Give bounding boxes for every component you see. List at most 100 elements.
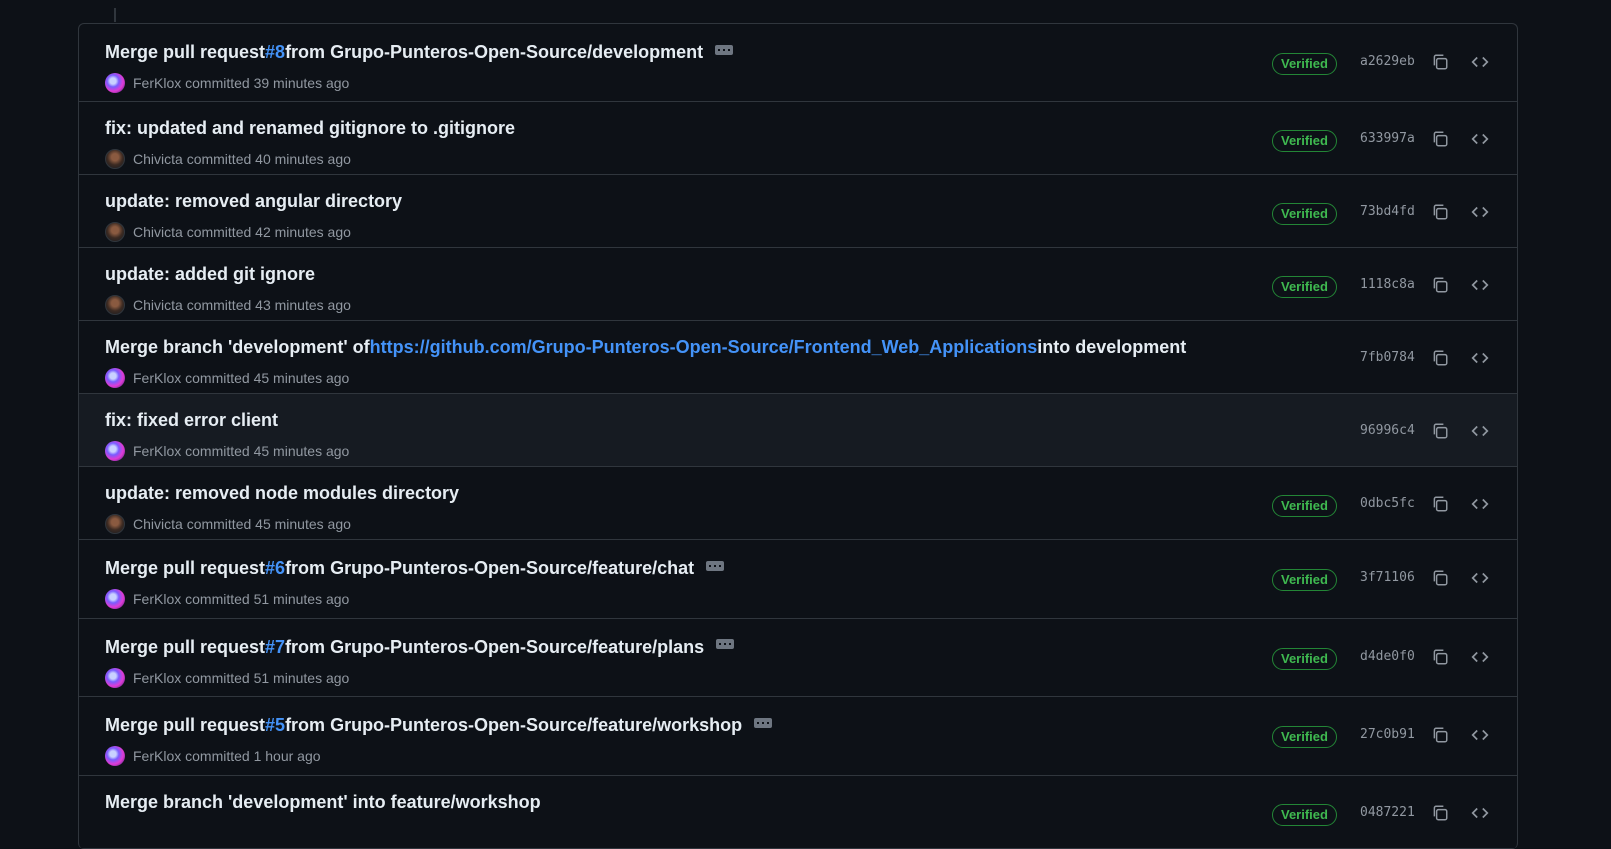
avatar[interactable] [105, 149, 125, 169]
copy-icon[interactable] [1428, 419, 1452, 443]
code-icon[interactable] [1468, 50, 1492, 74]
ellipsis-icon[interactable] [716, 639, 735, 649]
commit-message[interactable]: update: added git ignore [105, 264, 315, 285]
author-name[interactable]: Chivicta [133, 151, 183, 167]
avatar[interactable] [105, 222, 125, 242]
code-icon[interactable] [1468, 645, 1492, 669]
author-name[interactable]: FerKlox [133, 670, 181, 686]
ellipsis-icon[interactable] [715, 44, 734, 55]
commit-message-text[interactable]: update: added git ignore [105, 264, 315, 285]
commit-sha[interactable]: d4de0f0 [1360, 649, 1415, 664]
copy-icon[interactable] [1428, 346, 1452, 370]
copy-icon[interactable] [1428, 723, 1452, 747]
commit-message[interactable]: fix: fixed error client [105, 410, 278, 431]
verified-badge[interactable]: Verified [1272, 803, 1337, 826]
commit-message-text[interactable]: from Grupo-Punteros-Open-Source/feature/… [285, 637, 704, 658]
commit-sha[interactable]: 7fb0784 [1360, 350, 1415, 365]
commit-message-text[interactable]: from Grupo-Punteros-Open-Source/feature/… [285, 715, 742, 736]
commit-message-text[interactable]: Merge branch 'development' of [105, 337, 370, 358]
author-name[interactable]: Chivicta [133, 297, 183, 313]
avatar[interactable] [105, 368, 125, 388]
commit-message-text[interactable]: Merge branch 'development' into feature/… [105, 792, 541, 813]
commit-sha[interactable]: 1118c8a [1360, 277, 1415, 292]
commit-message[interactable]: Merge branch 'development' into feature/… [105, 792, 541, 813]
copy-icon[interactable] [1428, 566, 1452, 590]
author-name[interactable]: Chivicta [133, 516, 183, 532]
author-name[interactable]: FerKlox [133, 443, 181, 459]
commit-message-text[interactable]: into development [1037, 337, 1186, 358]
author-name[interactable]: FerKlox [133, 591, 181, 607]
commit-message-text[interactable]: from Grupo-Punteros-Open-Source/developm… [285, 42, 703, 63]
author-name[interactable]: FerKlox [133, 75, 181, 91]
commit-list: Merge pull request #8 from Grupo-Puntero… [78, 23, 1518, 849]
pr-link[interactable]: #7 [265, 637, 285, 658]
code-icon[interactable] [1468, 492, 1492, 516]
commit-message[interactable]: Merge branch 'development' of https://gi… [105, 337, 1186, 358]
verified-badge[interactable]: Verified [1272, 647, 1337, 670]
code-icon[interactable] [1468, 801, 1492, 825]
commit-sha[interactable]: 96996c4 [1360, 423, 1415, 438]
verified-badge[interactable]: Verified [1272, 276, 1337, 298]
commit-message[interactable]: update: removed node modules directory [105, 483, 459, 504]
avatar[interactable] [105, 589, 125, 609]
verified-badge[interactable]: Verified [1272, 569, 1337, 591]
avatar[interactable] [105, 441, 125, 461]
commit-message-text[interactable]: Merge pull request [105, 715, 265, 736]
avatar[interactable] [105, 667, 125, 688]
commit-sha[interactable]: 3f71106 [1360, 570, 1415, 585]
commit-message-text[interactable]: Merge pull request [105, 42, 265, 63]
copy-icon[interactable] [1428, 492, 1452, 516]
code-icon[interactable] [1468, 273, 1492, 297]
commit-message[interactable]: Merge pull request #7 from Grupo-Puntero… [105, 637, 735, 658]
copy-icon[interactable] [1428, 273, 1452, 297]
commit-sha[interactable]: 0487221 [1360, 805, 1415, 820]
author-name[interactable]: FerKlox [133, 370, 181, 386]
commit-message[interactable]: update: removed angular directory [105, 191, 402, 212]
commit-message[interactable]: Merge pull request #5 from Grupo-Puntero… [105, 715, 773, 736]
code-icon[interactable] [1468, 419, 1492, 443]
code-icon[interactable] [1468, 200, 1492, 224]
avatar[interactable] [105, 73, 125, 93]
verified-badge[interactable]: Verified [1272, 203, 1337, 225]
commit-row: Merge pull request #6 from Grupo-Puntero… [79, 540, 1517, 619]
code-icon[interactable] [1468, 566, 1492, 590]
verified-badge[interactable]: Verified [1272, 130, 1337, 152]
copy-icon[interactable] [1428, 645, 1452, 669]
commit-sha[interactable]: a2629eb [1360, 54, 1415, 69]
commit-sha[interactable]: 0dbc5fc [1360, 496, 1415, 511]
pr-link[interactable]: #8 [265, 42, 285, 63]
repo-link[interactable]: https://github.com/Grupo-Punteros-Open-S… [370, 337, 1038, 358]
code-icon[interactable] [1468, 127, 1492, 151]
verified-badge[interactable]: Verified [1272, 726, 1337, 748]
verified-badge[interactable]: Verified [1272, 53, 1337, 75]
commit-message-text[interactable]: update: removed angular directory [105, 191, 402, 212]
commit-sha[interactable]: 27c0b91 [1360, 727, 1415, 742]
commit-message-text[interactable]: Merge pull request [105, 637, 265, 658]
commit-message-text[interactable]: fix: fixed error client [105, 410, 278, 431]
copy-icon[interactable] [1428, 200, 1452, 224]
author-name[interactable]: Chivicta [133, 224, 183, 240]
ellipsis-icon[interactable] [706, 560, 725, 571]
pr-link[interactable]: #5 [265, 715, 285, 736]
copy-icon[interactable] [1428, 50, 1452, 74]
commit-message-text[interactable]: fix: updated and renamed gitignore to .g… [105, 118, 515, 139]
avatar[interactable] [105, 295, 125, 315]
code-icon[interactable] [1468, 723, 1492, 747]
ellipsis-icon[interactable] [754, 717, 773, 728]
commit-message[interactable]: fix: updated and renamed gitignore to .g… [105, 118, 515, 139]
copy-icon[interactable] [1428, 801, 1452, 825]
commit-sha[interactable]: 73bd4fd [1360, 204, 1415, 219]
verified-badge[interactable]: Verified [1272, 495, 1337, 517]
commit-message-text[interactable]: from Grupo-Punteros-Open-Source/feature/… [285, 558, 694, 579]
commit-message[interactable]: Merge pull request #6 from Grupo-Puntero… [105, 558, 725, 579]
copy-icon[interactable] [1428, 127, 1452, 151]
code-icon[interactable] [1468, 346, 1492, 370]
commit-sha[interactable]: 633997a [1360, 131, 1415, 146]
author-name[interactable]: FerKlox [133, 748, 181, 764]
pr-link[interactable]: #6 [265, 558, 285, 579]
avatar[interactable] [105, 514, 125, 534]
commit-message-text[interactable]: Merge pull request [105, 558, 265, 579]
commit-message[interactable]: Merge pull request #8 from Grupo-Puntero… [105, 42, 734, 63]
commit-message-text[interactable]: update: removed node modules directory [105, 483, 459, 504]
avatar[interactable] [105, 746, 125, 766]
